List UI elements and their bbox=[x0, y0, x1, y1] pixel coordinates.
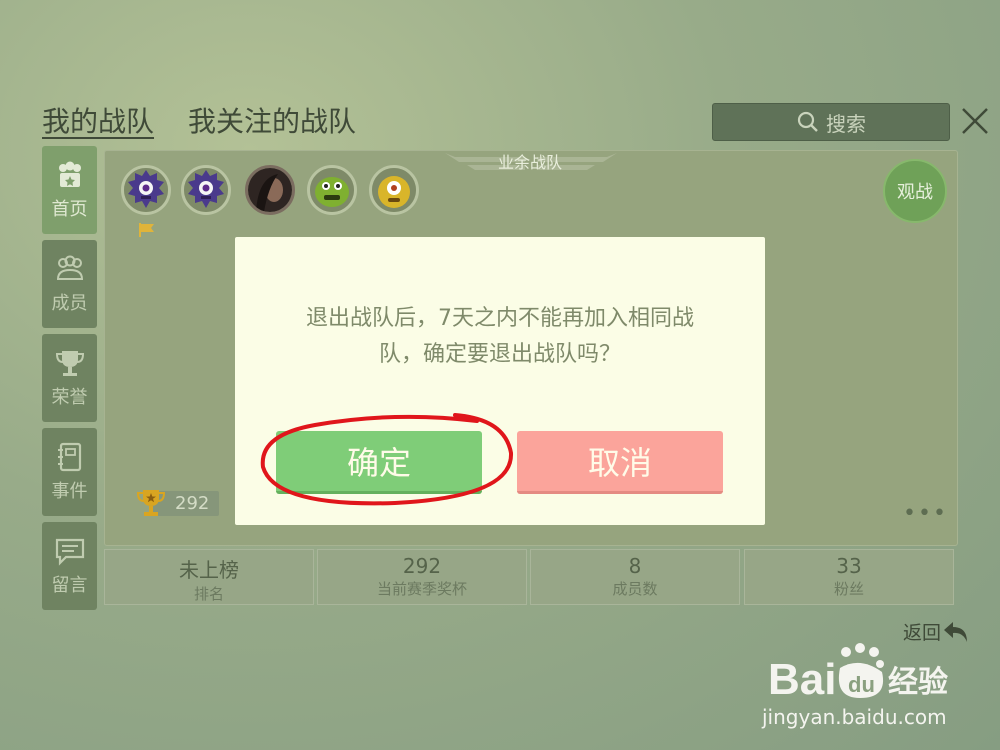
baidu-jingyan-logo: Bai du 经验 bbox=[768, 643, 948, 702]
trophy-icon bbox=[55, 351, 84, 376]
member-avatar[interactable] bbox=[369, 165, 419, 215]
dialog-message-line: 队，确定要退出战队吗？ bbox=[378, 342, 621, 367]
back-button[interactable]: 返回 bbox=[903, 618, 969, 645]
sidebar-item-members[interactable]: 成员 bbox=[42, 240, 97, 328]
tab-my-team[interactable]: 我的战队 bbox=[42, 100, 154, 140]
sidebar-item-events[interactable]: 事件 bbox=[42, 428, 97, 516]
message-icon bbox=[55, 538, 84, 566]
stat-label: 排名 bbox=[193, 585, 224, 603]
member-avatar[interactable] bbox=[245, 165, 295, 215]
captain-flag-icon bbox=[139, 223, 154, 237]
search-button[interactable]: 搜索 bbox=[712, 103, 950, 141]
team-home-icon bbox=[58, 161, 81, 187]
search-label: 搜索 bbox=[826, 111, 866, 136]
green-monster-icon bbox=[310, 168, 354, 212]
tab-followed-teams[interactable]: 我关注的战队 bbox=[188, 100, 356, 140]
watermark-url: jingyan.baidu.com bbox=[762, 705, 947, 729]
sidebar-item-label: 事件 bbox=[51, 481, 88, 502]
stat-label: 成员数 bbox=[612, 580, 658, 598]
quit-team-dialog: 退出战队后，7天之内不能再加入相同战 队，确定要退出战队吗？ 确定 取消 bbox=[235, 237, 765, 525]
purple-monster-icon bbox=[124, 168, 168, 212]
more-options-icon[interactable]: ••• bbox=[903, 501, 948, 526]
notebook-icon bbox=[57, 442, 81, 472]
stat-value: 8 bbox=[628, 554, 642, 578]
purple-monster-icon bbox=[184, 168, 228, 212]
sidebar-item-label: 首页 bbox=[51, 199, 88, 220]
stats-bar: 未上榜 排名 292 当前赛季奖杯 8 成员数 33 粉丝 bbox=[104, 549, 956, 605]
members-icon bbox=[56, 255, 83, 280]
svg-text:经验: 经验 bbox=[888, 665, 948, 700]
dialog-message: 退出战队后，7天之内不能再加入相同战 队，确定要退出战队吗？ bbox=[275, 301, 725, 373]
stat-fans: 33 粉丝 bbox=[744, 549, 954, 605]
trophy-icon bbox=[136, 490, 166, 516]
sidebar-item-label: 留言 bbox=[51, 575, 88, 596]
trophy-count: 292 bbox=[135, 487, 220, 519]
stat-value: 292 bbox=[402, 554, 442, 578]
stat-value: 未上榜 bbox=[179, 558, 239, 582]
yellow-monster-icon bbox=[372, 168, 416, 212]
search-icon bbox=[797, 111, 818, 132]
svg-text:du: du bbox=[848, 672, 875, 697]
watch-button[interactable]: 观战 bbox=[883, 159, 947, 223]
stat-season-trophies: 292 当前赛季奖杯 bbox=[317, 549, 527, 605]
sidebar-item-messages[interactable]: 留言 bbox=[42, 522, 97, 610]
dialog-message-line: 退出战队后，7天之内不能再加入相同战 bbox=[306, 306, 694, 331]
member-avatar[interactable] bbox=[121, 165, 171, 215]
stat-value: 33 bbox=[836, 554, 862, 578]
sidebar-item-label: 荣誉 bbox=[51, 387, 88, 408]
user-photo-icon bbox=[248, 168, 292, 212]
back-label: 返回 bbox=[903, 622, 942, 644]
member-avatar[interactable] bbox=[181, 165, 231, 215]
close-icon[interactable] bbox=[958, 104, 992, 138]
stat-label: 当前赛季奖杯 bbox=[376, 580, 467, 598]
stat-label: 粉丝 bbox=[833, 580, 864, 598]
back-arrow-icon bbox=[944, 621, 968, 642]
team-type-label: 业余战队 bbox=[497, 153, 562, 172]
sidebar-item-label: 成员 bbox=[51, 293, 88, 314]
confirm-button[interactable]: 确定 bbox=[276, 431, 482, 494]
sidebar-item-honors[interactable]: 荣誉 bbox=[42, 334, 97, 422]
sidebar-item-home[interactable]: 首页 bbox=[42, 146, 97, 234]
stat-member-count: 8 成员数 bbox=[530, 549, 740, 605]
stat-rank: 未上榜 排名 bbox=[104, 549, 314, 605]
sidebar: 首页 成员 荣誉 事件 留言 bbox=[42, 146, 97, 616]
member-avatar[interactable] bbox=[307, 165, 357, 215]
cancel-button[interactable]: 取消 bbox=[517, 431, 723, 494]
svg-text:Bai: Bai bbox=[768, 655, 836, 702]
